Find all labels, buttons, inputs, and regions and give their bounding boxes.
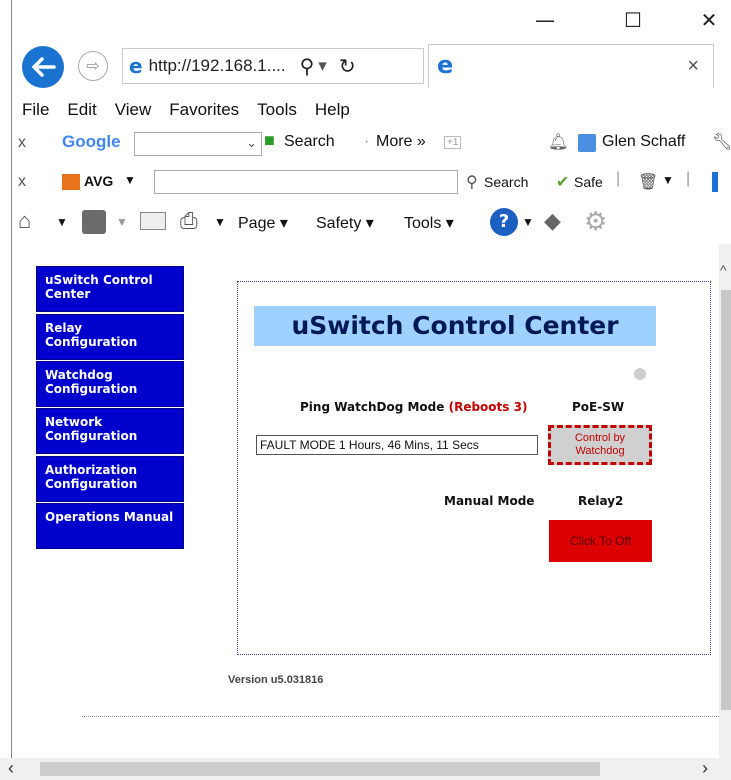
title-bar: — ☐ ✕ bbox=[12, 0, 731, 38]
nav-watchdog-configuration[interactable]: Watchdog Configuration bbox=[36, 361, 184, 407]
ping-watchdog-label: Ping WatchDog Mode (Reboots 3) bbox=[300, 400, 528, 414]
google-search-input[interactable]: ⌄ bbox=[134, 132, 262, 156]
relay2-toggle-button[interactable]: Click To Off bbox=[549, 520, 652, 562]
back-button[interactable] bbox=[22, 46, 64, 88]
mail-icon[interactable] bbox=[140, 212, 166, 230]
safe-shield-icon: ✔ bbox=[556, 174, 570, 191]
avg-label[interactable]: AVG bbox=[84, 173, 113, 189]
ie-tab-icon: e bbox=[437, 51, 454, 79]
address-row: ⇨ e http://192.168.1.... ⚲ ▾ ↻ e × bbox=[12, 38, 731, 96]
bell-icon[interactable]: 🔔︎ bbox=[548, 132, 568, 152]
google-search-button[interactable]: Search bbox=[284, 133, 335, 151]
plus-one-button[interactable]: +1 bbox=[444, 136, 462, 149]
menu-tools[interactable]: Tools bbox=[257, 100, 297, 120]
google-logo: Google bbox=[62, 132, 121, 151]
avg-logo-icon bbox=[62, 174, 80, 190]
maximize-button[interactable]: ☐ bbox=[618, 8, 648, 32]
menu-help[interactable]: Help bbox=[315, 100, 350, 120]
user-name[interactable]: Glen Schaff bbox=[602, 133, 685, 151]
avg-toolbar-close[interactable]: x bbox=[18, 173, 26, 191]
trash-dropdown-icon[interactable]: ▼ bbox=[662, 173, 674, 187]
back-arrow-icon bbox=[31, 57, 56, 77]
page-title: uSwitch Control Center bbox=[254, 306, 656, 346]
google-toolbar: x Google ⌄ ■ Search · More » +1 🔔︎ Glen … bbox=[12, 124, 731, 164]
control-by-watchdog-button[interactable]: Control by Watchdog bbox=[548, 425, 652, 465]
relay2-label: Relay2 bbox=[578, 494, 624, 508]
avg-extra-icon bbox=[712, 172, 718, 192]
poe-sw-label: PoE-SW bbox=[572, 400, 625, 414]
ie-page-icon: e bbox=[129, 54, 143, 78]
forward-button[interactable]: ⇨ bbox=[78, 51, 108, 81]
print-icon[interactable]: ⎙ bbox=[180, 208, 198, 234]
home-dropdown-icon[interactable]: ▼ bbox=[56, 215, 68, 229]
avg-search-button[interactable]: Search bbox=[484, 174, 528, 190]
search-dropdown-icon[interactable]: ▾ bbox=[318, 56, 327, 76]
minimize-button[interactable]: — bbox=[530, 8, 560, 32]
tab-close-icon[interactable]: × bbox=[687, 55, 699, 78]
trash-icon[interactable]: 🗑︎ bbox=[638, 172, 658, 192]
avg-dropdown-icon[interactable]: ▼ bbox=[124, 173, 136, 187]
rss-dropdown-icon[interactable]: ▼ bbox=[116, 215, 128, 229]
window-left-border bbox=[0, 0, 12, 780]
wrench-icon[interactable]: 🔧︎ bbox=[712, 132, 731, 152]
nav-relay-configuration[interactable]: Relay Configuration bbox=[36, 314, 184, 360]
settings-gear-icon[interactable]: ⚙ bbox=[584, 206, 607, 237]
chevron-down-icon: ⌄ bbox=[246, 135, 257, 150]
footer-divider bbox=[82, 716, 719, 717]
nav-network-configuration[interactable]: Network Configuration bbox=[36, 408, 184, 454]
control-panel: uSwitch Control Center Ping WatchDog Mod… bbox=[237, 281, 711, 655]
help-dropdown-icon[interactable]: ▼ bbox=[522, 215, 534, 229]
scroll-right-icon[interactable]: › bbox=[702, 758, 708, 779]
print-dropdown-icon[interactable]: ▼ bbox=[214, 215, 226, 229]
menu-view[interactable]: View bbox=[115, 100, 152, 120]
browser-tab[interactable]: e × bbox=[428, 44, 714, 88]
safe-button[interactable]: Safe bbox=[574, 174, 603, 190]
manual-mode-label: Manual Mode bbox=[444, 494, 535, 508]
nav-uswitch-control-center[interactable]: uSwitch Control Center bbox=[36, 266, 184, 312]
research-icon[interactable]: ◆ bbox=[544, 208, 561, 234]
close-button[interactable]: ✕ bbox=[694, 8, 724, 32]
page-content: uSwitch Control Center Relay Configurati… bbox=[12, 244, 719, 758]
nav-operations-manual[interactable]: Operations Manual bbox=[36, 503, 184, 549]
command-bar: ⌂ ▼ ▼ ⎙ ▼ Page ▾ Safety ▾ Tools ▾ ? ▼ ◆ … bbox=[12, 202, 731, 244]
avg-toolbar: x AVG ▼ ⚲ Search ✔ Safe | 🗑︎ ▼ | bbox=[12, 164, 731, 202]
scroll-left-icon[interactable]: ‹ bbox=[8, 758, 14, 779]
version-text: Version u5.031816 bbox=[228, 674, 324, 686]
menu-file[interactable]: File bbox=[22, 100, 49, 120]
menu-edit[interactable]: Edit bbox=[67, 100, 96, 120]
avg-search-input[interactable] bbox=[154, 170, 458, 194]
vertical-scroll-thumb[interactable] bbox=[721, 290, 731, 710]
forward-arrow-icon: ⇨ bbox=[86, 58, 100, 75]
home-icon[interactable]: ⌂ bbox=[18, 208, 31, 234]
avg-search-icon: ⚲ bbox=[466, 174, 478, 191]
tools-menu[interactable]: Tools ▾ bbox=[404, 213, 454, 233]
url-text: http://192.168.1.... bbox=[148, 56, 286, 75]
google-search-icon: ■ bbox=[264, 130, 275, 150]
nav-authorization-configuration[interactable]: Authorization Configuration bbox=[36, 456, 184, 502]
rss-feed-icon[interactable] bbox=[82, 210, 106, 234]
menu-favorites[interactable]: Favorites bbox=[169, 100, 239, 120]
status-indicator bbox=[634, 368, 646, 380]
horizontal-scroll-thumb[interactable] bbox=[40, 762, 600, 776]
more-button[interactable]: More » bbox=[376, 133, 426, 151]
user-avatar-icon bbox=[578, 134, 596, 152]
address-bar[interactable]: e http://192.168.1.... ⚲ ▾ ↻ bbox=[122, 48, 424, 84]
fault-status-field: FAULT MODE 1 Hours, 46 Mins, 11 Secs bbox=[256, 435, 538, 455]
help-icon[interactable]: ? bbox=[490, 208, 518, 236]
scroll-up-icon[interactable]: ^ bbox=[720, 262, 727, 278]
reboots-count: (Reboots 3) bbox=[448, 400, 528, 414]
page-menu[interactable]: Page ▾ bbox=[238, 213, 288, 233]
google-toolbar-close[interactable]: x bbox=[18, 134, 26, 152]
menu-bar: File Edit View Favorites Tools Help bbox=[12, 96, 731, 124]
search-icon[interactable]: ⚲ bbox=[300, 54, 315, 79]
safety-menu[interactable]: Safety ▾ bbox=[316, 213, 374, 233]
refresh-icon[interactable]: ↻ bbox=[339, 54, 356, 79]
